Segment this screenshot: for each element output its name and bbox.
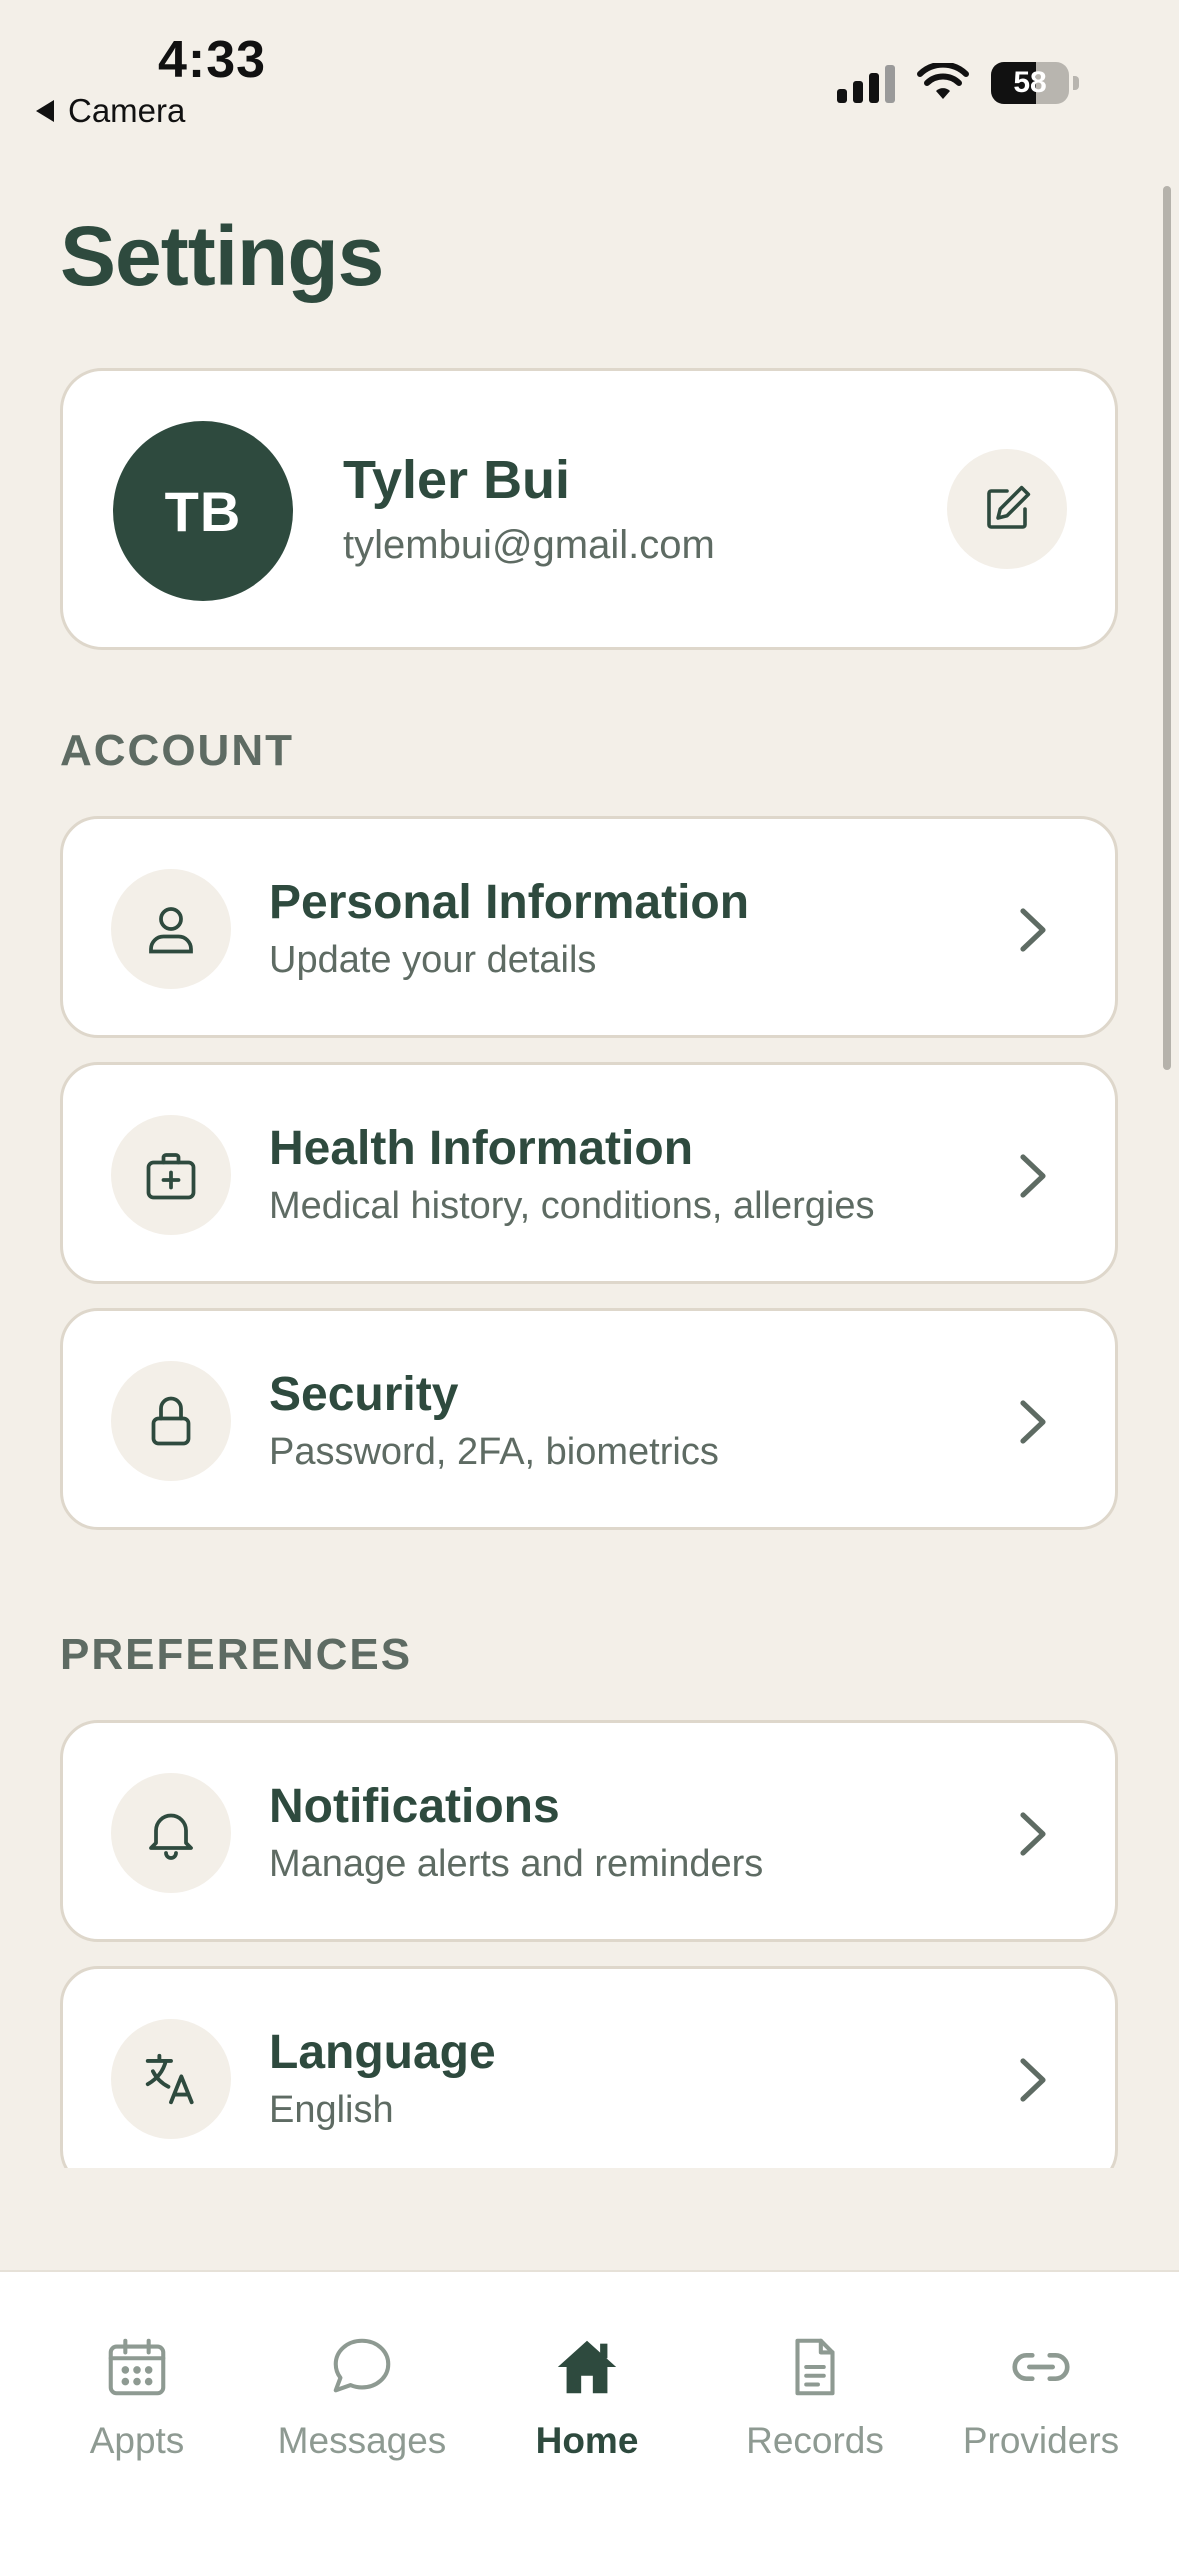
settings-row-personal-information[interactable]: Personal Information Update your details	[60, 816, 1118, 1038]
row-title: Health Information	[269, 1122, 694, 1175]
tab-messages[interactable]: Messages	[257, 2332, 467, 2462]
link-icon	[1012, 2353, 1070, 2381]
row-title: Language	[269, 2026, 496, 2079]
profile-card[interactable]: TB Tyler Bui tylembui@gmail.com	[60, 368, 1118, 650]
lock-icon	[151, 1396, 191, 1446]
home-icon	[557, 2340, 617, 2394]
avatar: TB	[113, 421, 293, 601]
tab-appts[interactable]: Appts	[32, 2332, 242, 2462]
tab-label: Records	[746, 2420, 884, 2461]
translate-icon	[145, 2053, 194, 2105]
tab-label: Messages	[277, 2420, 447, 2461]
chevron-right-icon	[1020, 1154, 1046, 1198]
calendar-icon	[108, 2338, 166, 2396]
row-title: Security	[269, 1368, 459, 1421]
edit-icon	[987, 485, 1031, 529]
chevron-right-icon	[1020, 908, 1046, 952]
tab-providers[interactable]: Providers	[936, 2332, 1146, 2462]
row-subtitle: Medical history, conditions, allergies	[269, 1185, 875, 1227]
chat-bubble-icon	[333, 2338, 391, 2393]
settings-row-security[interactable]: Security Password, 2FA, biometrics	[60, 1308, 1118, 1530]
chevron-right-icon	[1020, 1812, 1046, 1856]
profile-name: Tyler Bui	[343, 450, 571, 510]
settings-row-language[interactable]: Language English	[60, 1966, 1118, 2168]
profile-email: tylembui@gmail.com	[343, 523, 715, 567]
settings-row-notifications[interactable]: Notifications Manage alerts and reminder…	[60, 1720, 1118, 1942]
tab-label: Home	[535, 2420, 639, 2461]
bottom-tab-bar: Appts Messages Home Records Providers	[0, 2270, 1179, 2556]
tab-home[interactable]: Home	[482, 2332, 692, 2462]
section-label-preferences: PREFERENCES	[60, 1630, 413, 1679]
tab-label: Providers	[962, 2420, 1120, 2461]
row-subtitle: English	[269, 2089, 394, 2131]
person-icon	[149, 907, 193, 954]
tab-label: Appts	[89, 2420, 185, 2461]
row-subtitle: Password, 2FA, biometrics	[269, 1431, 719, 1473]
row-subtitle: Update your details	[269, 939, 597, 981]
settings-row-health-information[interactable]: Health Information Medical history, cond…	[60, 1062, 1118, 1284]
chevron-right-icon	[1020, 2058, 1046, 2102]
row-subtitle: Manage alerts and reminders	[269, 1843, 764, 1885]
chevron-right-icon	[1020, 1400, 1046, 1444]
row-title: Personal Information	[269, 876, 750, 929]
settings-screen: 4:33 Camera 58 Settings TB Tyler Bui tyl…	[0, 0, 1179, 2556]
edit-profile-button[interactable]	[947, 449, 1067, 569]
scroll-content[interactable]: Settings TB Tyler Bui tylembui@gmail.com…	[0, 0, 1179, 2168]
scrollbar[interactable]	[1163, 186, 1171, 1070]
bell-icon	[149, 1813, 193, 1860]
section-label-account: ACCOUNT	[60, 726, 294, 775]
document-icon	[795, 2338, 835, 2396]
row-title: Notifications	[269, 1780, 560, 1833]
tab-records[interactable]: Records	[710, 2332, 920, 2462]
page-title: Settings	[60, 209, 384, 303]
medical-kit-icon	[146, 1153, 196, 1200]
